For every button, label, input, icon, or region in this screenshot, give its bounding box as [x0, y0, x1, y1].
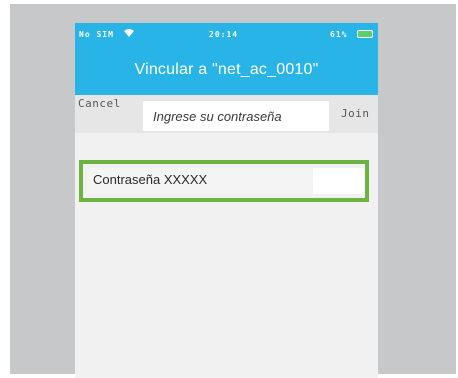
battery-icon [357, 30, 373, 38]
carrier-label: No SIM [79, 30, 114, 39]
status-bar: No SIM 20:14 61% [75, 23, 378, 47]
password-field[interactable]: Contraseña XXXXX [87, 168, 313, 194]
cancel-button[interactable]: Cancel [78, 97, 121, 110]
battery-percent: 61% [330, 30, 348, 39]
password-value: Contraseña XXXXX [93, 172, 208, 187]
prompt-box: Ingrese su contraseña [143, 101, 329, 131]
prompt-label: Ingrese su contraseña [153, 109, 282, 124]
wifi-icon [123, 28, 135, 40]
clock: 20:14 [209, 30, 239, 39]
nav-bar: Vincular a "net_ac_0010" [75, 47, 378, 95]
password-field-highlight: Contraseña XXXXX [79, 160, 369, 202]
join-button[interactable]: Join [341, 107, 370, 120]
phone-screen: No SIM 20:14 61% Vincular a "net_ac_0010… [75, 23, 378, 378]
password-field-end[interactable] [313, 168, 365, 194]
page-title: Vincular a "net_ac_0010" [134, 61, 319, 78]
password-toolbar: Cancel Ingrese su contraseña Join [75, 95, 378, 133]
